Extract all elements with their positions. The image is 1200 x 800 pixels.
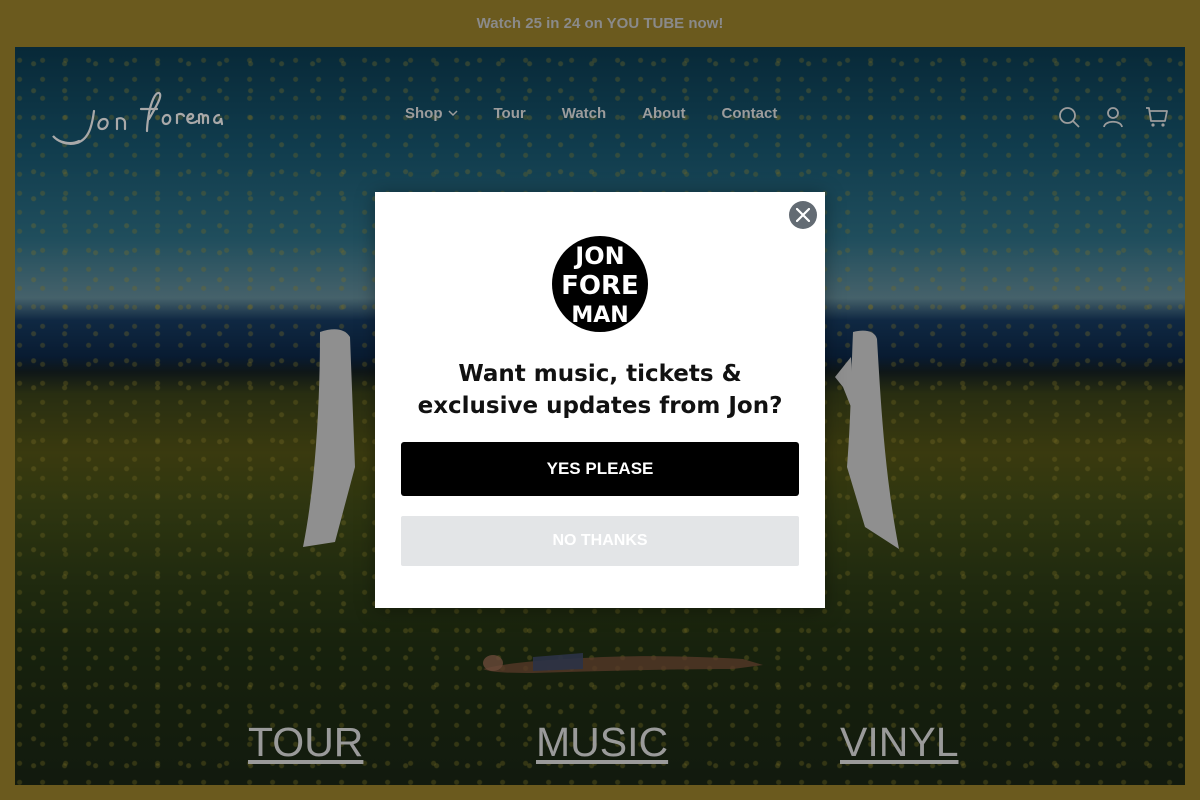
nav-label: Watch	[561, 105, 607, 122]
search-icon[interactable]	[1057, 105, 1081, 129]
yes-please-button[interactable]: YES PLEASE	[401, 442, 799, 496]
header-actions	[1057, 105, 1169, 129]
modal-logo-line: MAN	[571, 303, 628, 328]
close-icon	[796, 208, 810, 222]
site-logo[interactable]	[49, 81, 224, 151]
modal-logo-line: JON	[573, 242, 624, 270]
hero-links: TOUR MUSIC VINYL	[15, 719, 1185, 769]
nav-label: About	[642, 105, 686, 122]
nav-item-contact[interactable]: Contact	[722, 105, 778, 122]
modal-heading: Want music, tickets & exclusive updates …	[417, 361, 783, 419]
nav-item-tour[interactable]: Tour	[494, 105, 526, 122]
account-icon[interactable]	[1101, 105, 1125, 129]
nav-item-about[interactable]: About	[642, 105, 685, 122]
nav-item-shop[interactable]: Shop	[405, 105, 458, 122]
no-thanks-button[interactable]: NO THANKS	[401, 516, 799, 566]
announcement-bar[interactable]: Watch 25 in 24 on YOU TUBE now!	[0, 0, 1200, 47]
cart-icon[interactable]	[1145, 105, 1169, 129]
nav-label: Shop	[405, 105, 443, 122]
chevron-down-icon	[447, 110, 458, 117]
main-nav: Shop Tour Watch About Contact	[405, 105, 777, 122]
modal-logo-line: FORE	[561, 271, 639, 301]
nav-item-watch[interactable]: Watch	[562, 105, 606, 122]
reclining-figure	[483, 653, 763, 673]
announcement-text[interactable]: Watch 25 in 24 on YOU TUBE now!	[477, 15, 724, 32]
nav-label: Contact	[721, 105, 778, 122]
hero-link-vinyl[interactable]: VINYL	[840, 719, 959, 766]
modal-logo: JON FORE MAN	[552, 236, 648, 332]
signup-modal: JON FORE MAN Want music, tickets & exclu…	[375, 192, 825, 608]
nav-label: Tour	[493, 105, 526, 122]
hero-link-tour[interactable]: TOUR	[248, 719, 363, 766]
hero-link-music[interactable]: MUSIC	[536, 719, 668, 766]
site-header: Shop Tour Watch About Contact	[15, 47, 1185, 187]
close-button[interactable]	[789, 201, 817, 229]
